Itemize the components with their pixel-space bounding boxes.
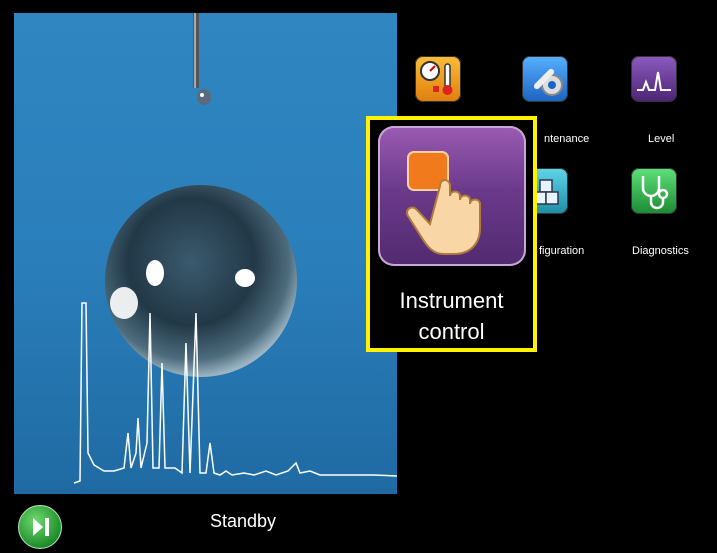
stethoscope-glyph [641, 176, 669, 210]
diagnostics-stethoscope-icon[interactable] [631, 168, 677, 214]
droplet-chromatogram-image [73, 13, 397, 484]
instrument-control-line2: control [418, 319, 485, 344]
pressure-temperature-glyph [420, 61, 453, 95]
maintenance-wrench-icon[interactable] [522, 56, 568, 102]
wrench-gear-glyph [533, 68, 563, 96]
droplet [197, 89, 211, 105]
hand-pressing-button-glyph [406, 151, 481, 255]
level-label: Level [648, 133, 675, 145]
maintenance-label: ntenance [544, 133, 590, 145]
instrument-control-line1: Instrument [399, 288, 504, 313]
pressure-temperature-icon[interactable] [415, 56, 461, 102]
peak-glyph [637, 71, 671, 91]
level-peak-icon[interactable] [631, 56, 677, 102]
configuration-label: figuration [539, 245, 585, 257]
status-text: Standby [210, 511, 277, 531]
instrument-control-hand-icon[interactable] [378, 126, 526, 266]
image-panel [14, 13, 397, 494]
instrument-control-callout[interactable]: Instrument control [366, 116, 537, 352]
play-pause-icon [33, 518, 49, 536]
start-stop-button[interactable] [18, 505, 62, 549]
diagnostics-label: Diagnostics [632, 245, 689, 257]
sphere [105, 185, 297, 377]
status-bar [0, 494, 717, 550]
